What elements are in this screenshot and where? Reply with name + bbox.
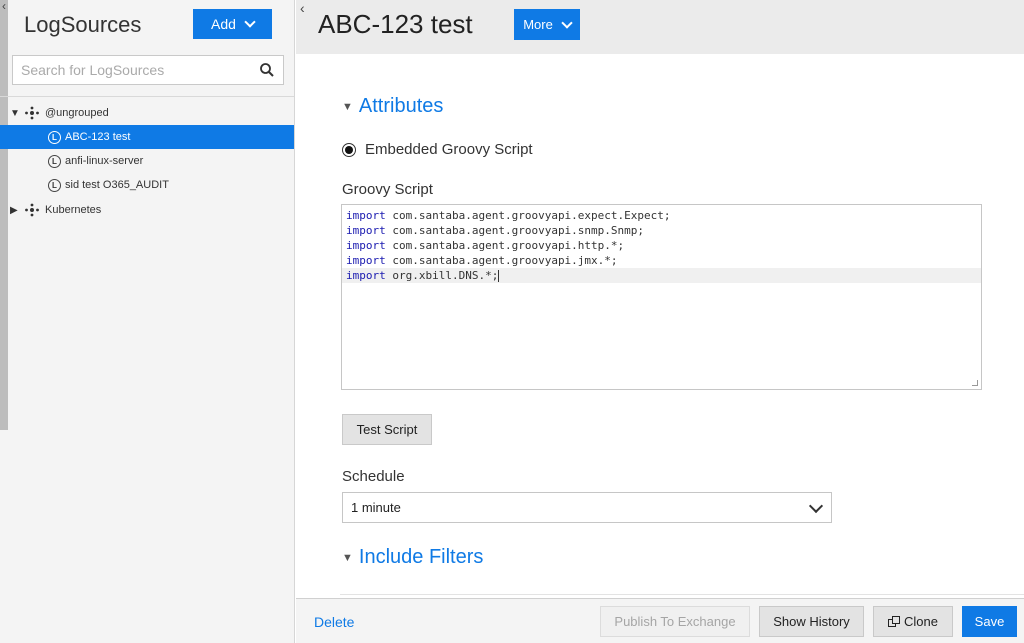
chevron-down-icon (561, 16, 573, 29)
attributes-section-toggle[interactable]: ▼ Attributes (342, 95, 443, 118)
panel-title: LogSources (24, 12, 142, 37)
radio-label: Embedded Groovy Script (365, 141, 533, 158)
test-script-button[interactable]: Test Script (342, 414, 432, 445)
publish-to-exchange-button[interactable]: Publish To Exchange (600, 606, 750, 637)
more-button-label: More (523, 17, 553, 32)
code-line: import com.santaba.agent.groovyapi.expec… (346, 209, 671, 222)
add-button[interactable]: Add (193, 9, 272, 39)
tree-group-ungrouped[interactable]: ▼ @ungrouped (0, 101, 294, 125)
clone-label: Clone (904, 614, 938, 629)
tree-item-label: sid test O365_AUDIT (65, 179, 169, 191)
tree-group-kubernetes[interactable]: ▶ Kubernetes (0, 198, 294, 222)
search-input[interactable] (13, 56, 253, 84)
groovy-script-label: Groovy Script (342, 181, 433, 198)
code-line: import com.santaba.agent.groovyapi.jmx.*… (346, 254, 618, 267)
embedded-groovy-radio[interactable] (342, 143, 356, 157)
schedule-value: 1 minute (351, 500, 401, 515)
group-icon (25, 203, 39, 217)
tree-item-label: anfi-linux-server (65, 155, 144, 167)
show-history-button[interactable]: Show History (759, 606, 864, 637)
resize-handle-icon[interactable] (972, 380, 978, 386)
section-title: Attributes (358, 95, 444, 117)
page-title: ABC-123 test (318, 9, 473, 39)
text-caret (498, 270, 500, 282)
clone-icon (888, 615, 901, 627)
schedule-select[interactable]: 1 minute (342, 492, 832, 523)
search-box (12, 55, 284, 85)
group-label: Kubernetes (45, 204, 102, 216)
tree-item-anfi-linux-server[interactable]: L anfi-linux-server (0, 149, 294, 173)
tree-item-abc-123-test[interactable]: L ABC-123 test (0, 125, 294, 149)
section-collapse-icon: ▼ (342, 551, 353, 564)
search-icon[interactable] (259, 62, 275, 78)
expanded-arrow-icon[interactable]: ▼ (10, 108, 20, 119)
chevron-down-icon (244, 16, 256, 28)
delete-link[interactable]: Delete (314, 614, 354, 630)
logsource-icon: L (48, 178, 61, 192)
include-filters-section-toggle[interactable]: ▼ Include Filters (342, 546, 483, 569)
more-button[interactable]: More (514, 9, 580, 40)
logsources-panel: ‹ LogSources Add ▼ @ungrouped L ABC-123 … (0, 0, 295, 643)
code-line: import com.santaba.agent.groovyapi.http.… (346, 239, 625, 252)
save-button[interactable]: Save (962, 606, 1017, 637)
group-icon (25, 106, 39, 120)
tree-item-label: ABC-123 test (65, 131, 131, 143)
group-label: @ungrouped (45, 107, 109, 119)
divider (0, 96, 294, 97)
schedule-label: Schedule (342, 468, 405, 485)
chevron-down-icon (808, 498, 824, 514)
logsource-icon: L (48, 154, 61, 168)
collapse-detail-icon[interactable]: ‹ (300, 0, 305, 16)
groovy-script-editor[interactable]: import com.santaba.agent.groovyapi.expec… (341, 204, 982, 390)
section-title: Include Filters (358, 546, 484, 568)
code-line-active: import org.xbill.DNS.*; (342, 268, 981, 283)
section-collapse-icon: ▼ (342, 100, 353, 113)
logsource-icon: L (48, 130, 61, 144)
tree-item-sid-test[interactable]: L sid test O365_AUDIT (0, 173, 294, 197)
collapsed-arrow-icon[interactable]: ▶ (10, 205, 20, 216)
add-button-label: Add (211, 16, 236, 32)
code-line: import com.santaba.agent.groovyapi.snmp.… (346, 224, 645, 237)
divider (340, 594, 1024, 595)
clone-button[interactable]: Clone (873, 606, 953, 637)
